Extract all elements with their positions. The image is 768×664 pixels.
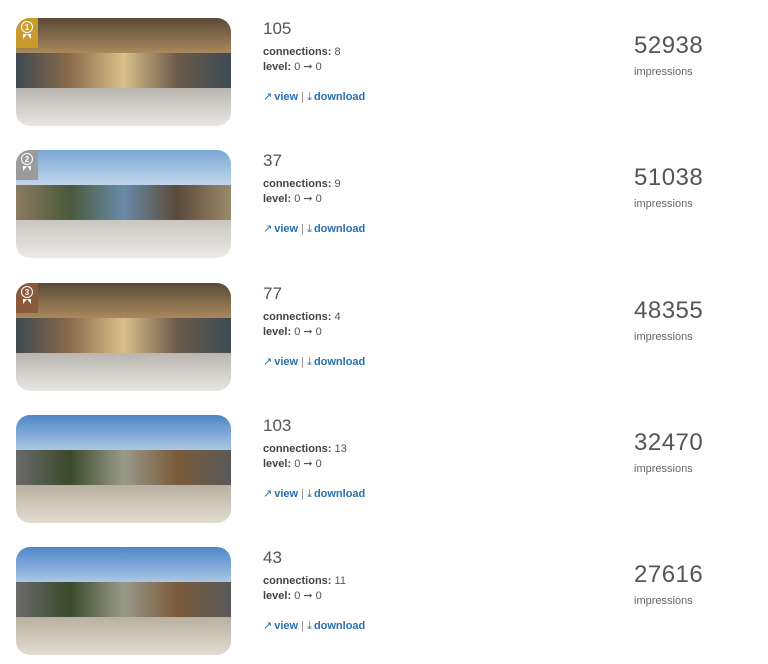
level-label: level: [263, 326, 292, 338]
panorama-image [16, 547, 231, 655]
impressions-label: impressions [634, 595, 693, 607]
download-icon: ⤓ [307, 620, 312, 632]
impressions-stat: 27616 impressions [634, 561, 754, 607]
connections-row: connections: 9 [263, 177, 563, 192]
impressions-count: 32470 [634, 429, 704, 456]
connections-label: connections: [263, 443, 332, 455]
impressions-stat: 48355 impressions [634, 297, 754, 343]
download-icon: ⤓ [307, 223, 312, 235]
download-link[interactable]: ⤓ download [307, 223, 365, 235]
award-ribbon-icon: 3 [21, 286, 33, 298]
rank-badge: 1 [16, 18, 38, 48]
panorama-thumbnail[interactable] [16, 547, 231, 655]
connections-row: connections: 8 [263, 45, 563, 60]
download-link[interactable]: ⤓ download [307, 356, 365, 368]
level-row: level: 0 ➞ 0 [263, 192, 563, 207]
connections-label: connections: [263, 46, 332, 58]
connections-row: connections: 11 [263, 574, 563, 589]
impressions-label: impressions [634, 198, 693, 210]
view-link[interactable]: ↗ view [263, 91, 298, 103]
panorama-thumbnail[interactable] [16, 415, 231, 523]
impressions-label: impressions [634, 463, 693, 475]
panorama-image [16, 150, 231, 258]
level-label: level: [263, 590, 292, 602]
view-link[interactable]: ↗ view [263, 223, 298, 235]
panorama-info: 43 connections: 11 level: 0 ➞ 0 ↗ view | … [263, 547, 563, 633]
connections-value: 9 [334, 178, 341, 190]
view-link[interactable]: ↗ view [263, 356, 298, 368]
panorama-thumbnail[interactable]: 1 [16, 18, 231, 126]
panorama-info: 77 connections: 4 level: 0 ➞ 0 ↗ view | ⤓… [263, 283, 563, 369]
external-link-icon: ↗ [263, 356, 273, 368]
panorama-id: 103 [263, 416, 292, 435]
list-item-105: 1 105 connections: 8 level: 0 ➞ 0 ↗ view … [0, 18, 768, 128]
level-label: level: [263, 61, 292, 73]
level-value: 0 ➞ 0 [294, 61, 322, 73]
download-link[interactable]: ⤓ download [307, 488, 365, 500]
award-ribbon-icon: 1 [21, 21, 33, 33]
impressions-count: 48355 [634, 297, 704, 324]
panorama-id: 43 [263, 548, 282, 567]
panorama-id: 105 [263, 19, 292, 38]
panorama-info: 103 connections: 13 level: 0 ➞ 0 ↗ view |… [263, 415, 563, 501]
list-item-43: 43 connections: 11 level: 0 ➞ 0 ↗ view | … [0, 547, 768, 657]
level-row: level: 0 ➞ 0 [263, 589, 563, 604]
level-label: level: [263, 458, 292, 470]
impressions-stat: 51038 impressions [634, 164, 754, 210]
level-value: 0 ➞ 0 [294, 326, 322, 338]
panorama-info: 105 connections: 8 level: 0 ➞ 0 ↗ view | … [263, 18, 563, 104]
download-link[interactable]: ⤓ download [307, 620, 365, 632]
impressions-count: 27616 [634, 561, 704, 588]
external-link-icon: ↗ [263, 91, 273, 103]
panorama-thumbnail[interactable]: 3 [16, 283, 231, 391]
rank-badge: 3 [16, 283, 38, 313]
download-icon: ⤓ [307, 91, 312, 103]
download-icon: ⤓ [307, 488, 312, 500]
level-value: 0 ➞ 0 [294, 193, 322, 205]
connections-row: connections: 4 [263, 310, 563, 325]
panorama-info: 37 connections: 9 level: 0 ➞ 0 ↗ view | ⤓… [263, 150, 563, 236]
panorama-thumbnail[interactable]: 2 [16, 150, 231, 258]
panorama-id: 77 [263, 284, 282, 303]
level-row: level: 0 ➞ 0 [263, 60, 563, 75]
panorama-id: 37 [263, 151, 282, 170]
rank-badge: 2 [16, 150, 38, 180]
level-value: 0 ➞ 0 [294, 590, 322, 602]
download-link[interactable]: ⤓ download [307, 91, 365, 103]
level-label: level: [263, 193, 292, 205]
impressions-count: 52938 [634, 32, 704, 59]
connections-label: connections: [263, 178, 332, 190]
view-link[interactable]: ↗ view [263, 488, 298, 500]
panorama-image [16, 283, 231, 391]
impressions-stat: 32470 impressions [634, 429, 754, 475]
external-link-icon: ↗ [263, 488, 273, 500]
connections-label: connections: [263, 311, 332, 323]
panorama-image [16, 415, 231, 523]
download-icon: ⤓ [307, 356, 312, 368]
list-item-37: 2 37 connections: 9 level: 0 ➞ 0 ↗ view |… [0, 150, 768, 260]
connections-label: connections: [263, 575, 332, 587]
level-row: level: 0 ➞ 0 [263, 325, 563, 340]
connections-value: 4 [334, 311, 341, 323]
view-link[interactable]: ↗ view [263, 620, 298, 632]
award-ribbon-icon: 2 [21, 153, 33, 165]
level-row: level: 0 ➞ 0 [263, 457, 563, 472]
list-item-103: 103 connections: 13 level: 0 ➞ 0 ↗ view |… [0, 415, 768, 525]
connections-value: 13 [334, 443, 347, 455]
impressions-stat: 52938 impressions [634, 32, 754, 78]
connections-value: 8 [334, 46, 341, 58]
panorama-image [16, 18, 231, 126]
level-value: 0 ➞ 0 [294, 458, 322, 470]
connections-row: connections: 13 [263, 442, 563, 457]
external-link-icon: ↗ [263, 620, 273, 632]
impressions-label: impressions [634, 331, 693, 343]
impressions-count: 51038 [634, 164, 704, 191]
external-link-icon: ↗ [263, 223, 273, 235]
list-item-77: 3 77 connections: 4 level: 0 ➞ 0 ↗ view |… [0, 283, 768, 393]
impressions-label: impressions [634, 66, 693, 78]
connections-value: 11 [334, 575, 346, 587]
